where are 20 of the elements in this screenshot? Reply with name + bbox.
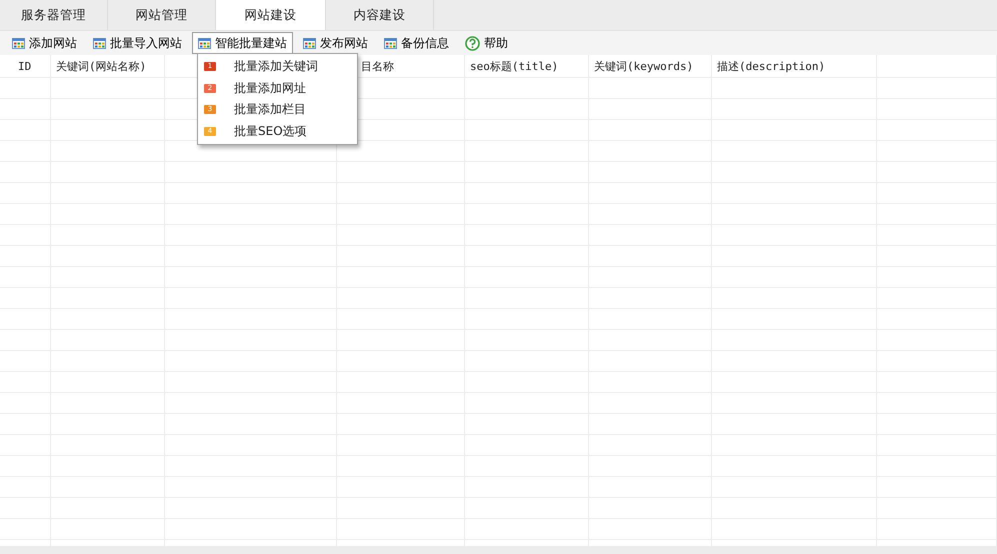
toolbar-button[interactable]: 备份信息: [378, 32, 455, 54]
table-icon: [303, 38, 316, 48]
table-icon: [93, 38, 106, 48]
table-icon: [384, 38, 397, 48]
column-header: 描述(description): [717, 58, 826, 74]
column-header: seo标题(title): [470, 58, 558, 74]
toolbar-button[interactable]: 添加网站: [6, 32, 83, 54]
tab[interactable]: 内容建设: [326, 0, 434, 30]
tab[interactable]: 服务器管理: [0, 0, 108, 30]
tab[interactable]: 网站建设: [216, 0, 326, 30]
help-icon: [465, 36, 480, 50]
column-header: ID: [18, 60, 32, 72]
table-icon: [198, 38, 211, 48]
column-header: 关键词(keywords): [594, 58, 694, 74]
toolbar-button[interactable]: 批量导入网站: [87, 32, 188, 54]
toolbar-button[interactable]: 帮助: [459, 32, 514, 54]
toolbar-button[interactable]: 智能批量建站: [192, 32, 293, 54]
column-header: 目名称: [361, 58, 394, 74]
column-header: 关键词(网站名称): [56, 58, 146, 74]
table-icon: [12, 38, 25, 48]
